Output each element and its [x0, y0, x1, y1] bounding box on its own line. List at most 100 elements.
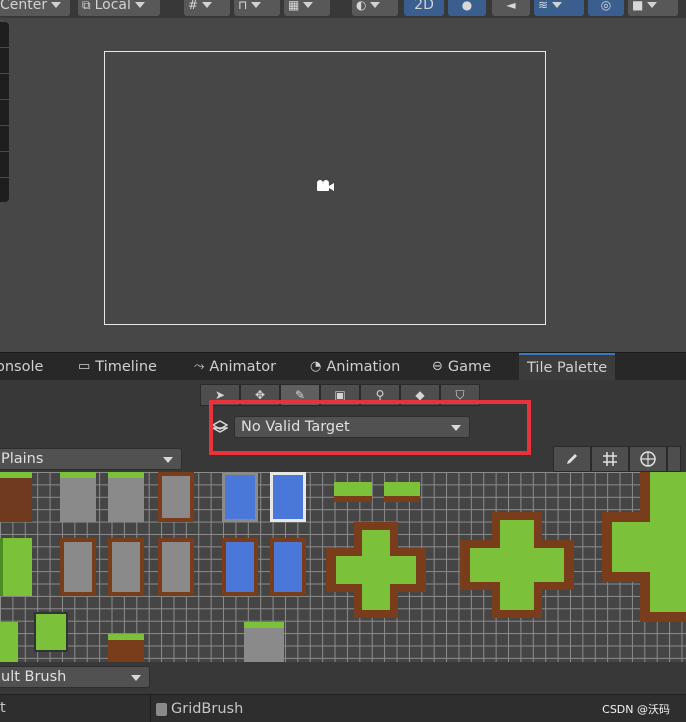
- divider: [150, 695, 151, 722]
- space-dropdown[interactable]: ⧉ Local: [78, 0, 160, 16]
- camera-frame: [104, 51, 546, 325]
- mode-2d-label: 2D: [414, 0, 434, 13]
- audio-mute-icon: ◄: [506, 0, 516, 12]
- grid-toggle-button[interactable]: [591, 446, 629, 472]
- chevron-down-icon: [163, 457, 173, 463]
- tile-grass-dirt[interactable]: [0, 472, 32, 522]
- mode-2d-button[interactable]: 2D: [404, 0, 444, 16]
- shading-mode-button[interactable]: ◐: [352, 0, 398, 16]
- lighting-button[interactable]: ●: [448, 0, 486, 16]
- tab-game[interactable]: ⊖ Game: [432, 353, 491, 381]
- tile-grid[interactable]: [0, 472, 686, 662]
- edit-palette-button[interactable]: [553, 446, 591, 472]
- chevron-down-icon: [647, 2, 658, 8]
- lightbulb-icon: ●: [461, 0, 473, 12]
- tile-stone[interactable]: [60, 538, 96, 596]
- gizmos-toggle-button[interactable]: [629, 446, 667, 472]
- grid-toggle-button[interactable]: ▦: [284, 0, 330, 16]
- tile-water[interactable]: [270, 538, 306, 596]
- scene-overlay-toolbar[interactable]: [0, 22, 9, 202]
- tile-grass-edge[interactable]: [384, 482, 420, 502]
- palette-edit-tools: [553, 446, 681, 472]
- grass-island-medium[interactable]: [458, 510, 576, 620]
- tile-water[interactable]: [222, 472, 258, 522]
- grid-brush-label: GridBrush: [171, 700, 244, 717]
- tile-stone[interactable]: [108, 538, 144, 596]
- tile-grass[interactable]: [0, 622, 18, 662]
- grid-icon: [603, 452, 617, 466]
- tile-grass[interactable]: [0, 538, 32, 596]
- brush-dropdown[interactable]: ult Brush: [0, 666, 150, 688]
- tab-animator-label: Animator: [209, 359, 277, 375]
- camera-settings-button[interactable]: ■: [628, 0, 678, 16]
- palette-name: Plains: [1, 451, 44, 467]
- camera-icon: ■: [632, 0, 644, 12]
- chevron-down-icon: [202, 2, 213, 8]
- snap-icon: ⊓: [238, 0, 248, 12]
- scene-toolbar: Center ⧉ Local # ⊓ ▦ ◐ 2D ● ◄ ≋ ◎ ■: [0, 0, 686, 18]
- layers-icon: ≋: [538, 0, 549, 12]
- grid-snap-button[interactable]: #: [184, 0, 230, 16]
- chevron-down-icon: [134, 2, 145, 8]
- clock-icon: ◔: [310, 359, 322, 374]
- grid-icon: ▦: [288, 0, 300, 12]
- tab-timeline-label: Timeline: [95, 359, 157, 375]
- space-label: Local: [94, 0, 131, 13]
- tab-tile-palette-label: Tile Palette: [527, 360, 608, 376]
- effects-button[interactable]: ≋: [534, 0, 584, 16]
- brush-name: ult Brush: [1, 669, 67, 685]
- animator-icon: ⤳: [194, 359, 205, 374]
- tab-tile-palette[interactable]: Tile Palette: [519, 353, 616, 381]
- chevron-down-icon: [131, 675, 141, 681]
- script-icon: [156, 702, 167, 716]
- watermark: CSDN @沃码: [602, 703, 670, 716]
- highlight-box: [209, 400, 531, 455]
- gamepad-icon: ⊖: [432, 359, 443, 374]
- tab-animator[interactable]: ⤳ Animator: [194, 353, 276, 381]
- gizmo-icon: [640, 451, 656, 467]
- chevron-down-icon: [370, 2, 381, 8]
- tab-console-label: onsole: [0, 359, 44, 375]
- tile-grass[interactable]: [34, 612, 68, 652]
- chevron-down-icon: [251, 2, 262, 8]
- tile-stone[interactable]: [158, 472, 194, 522]
- chevron-down-icon: [51, 2, 62, 8]
- tile-stone[interactable]: [108, 472, 144, 522]
- tile-water[interactable]: [222, 538, 258, 596]
- unity-editor: Center ⧉ Local # ⊓ ▦ ◐ 2D ● ◄ ≋ ◎ ■ onso…: [0, 0, 686, 722]
- tab-animation-label: Animation: [326, 359, 401, 375]
- grass-island-large[interactable]: [600, 472, 686, 622]
- tile-stone[interactable]: [60, 472, 96, 522]
- brush-inspector-bar: t GridBrush CSDN @沃码: [0, 694, 686, 722]
- pencil-icon: [567, 454, 577, 464]
- cube-icon: ⧉: [82, 0, 91, 12]
- grass-island-small[interactable]: [324, 520, 428, 620]
- pivot-dropdown[interactable]: Center: [0, 0, 70, 16]
- tab-console[interactable]: onsole: [0, 353, 43, 381]
- audio-button[interactable]: ◄: [492, 0, 530, 16]
- tab-animation[interactable]: ◔ Animation: [310, 353, 400, 381]
- tile-stone[interactable]: [158, 538, 194, 596]
- more-button[interactable]: [667, 446, 681, 472]
- visibility-button[interactable]: ◎: [588, 0, 624, 16]
- tile-stone[interactable]: [244, 622, 284, 662]
- sphere-icon: ◐: [356, 0, 367, 12]
- chevron-down-icon: [303, 2, 314, 8]
- tab-timeline[interactable]: ▭ Timeline: [78, 353, 157, 381]
- chevron-down-icon: [552, 2, 563, 8]
- palette-dropdown[interactable]: Plains: [0, 448, 182, 470]
- tile-water[interactable]: [270, 472, 306, 522]
- brush-script-label: t: [0, 700, 6, 716]
- grid-snap-icon: #: [188, 0, 199, 12]
- eye-hidden-icon: ◎: [600, 0, 612, 12]
- scene-view[interactable]: [0, 18, 686, 352]
- film-icon: ▭: [78, 359, 91, 374]
- grid-brush-field[interactable]: GridBrush: [156, 695, 243, 722]
- camera-gizmo-icon[interactable]: [315, 179, 335, 193]
- tile-palette-panel: ➤ ✥ ✎ ▣ ⚲ ◆ ⛉ No Valid Target Plains ult…: [0, 380, 686, 722]
- pivot-label: Center: [0, 0, 48, 13]
- tile-grass-dirt[interactable]: [108, 634, 144, 662]
- tab-game-label: Game: [447, 359, 492, 375]
- increment-snap-button[interactable]: ⊓: [234, 0, 280, 16]
- tile-grass-edge[interactable]: [334, 482, 372, 502]
